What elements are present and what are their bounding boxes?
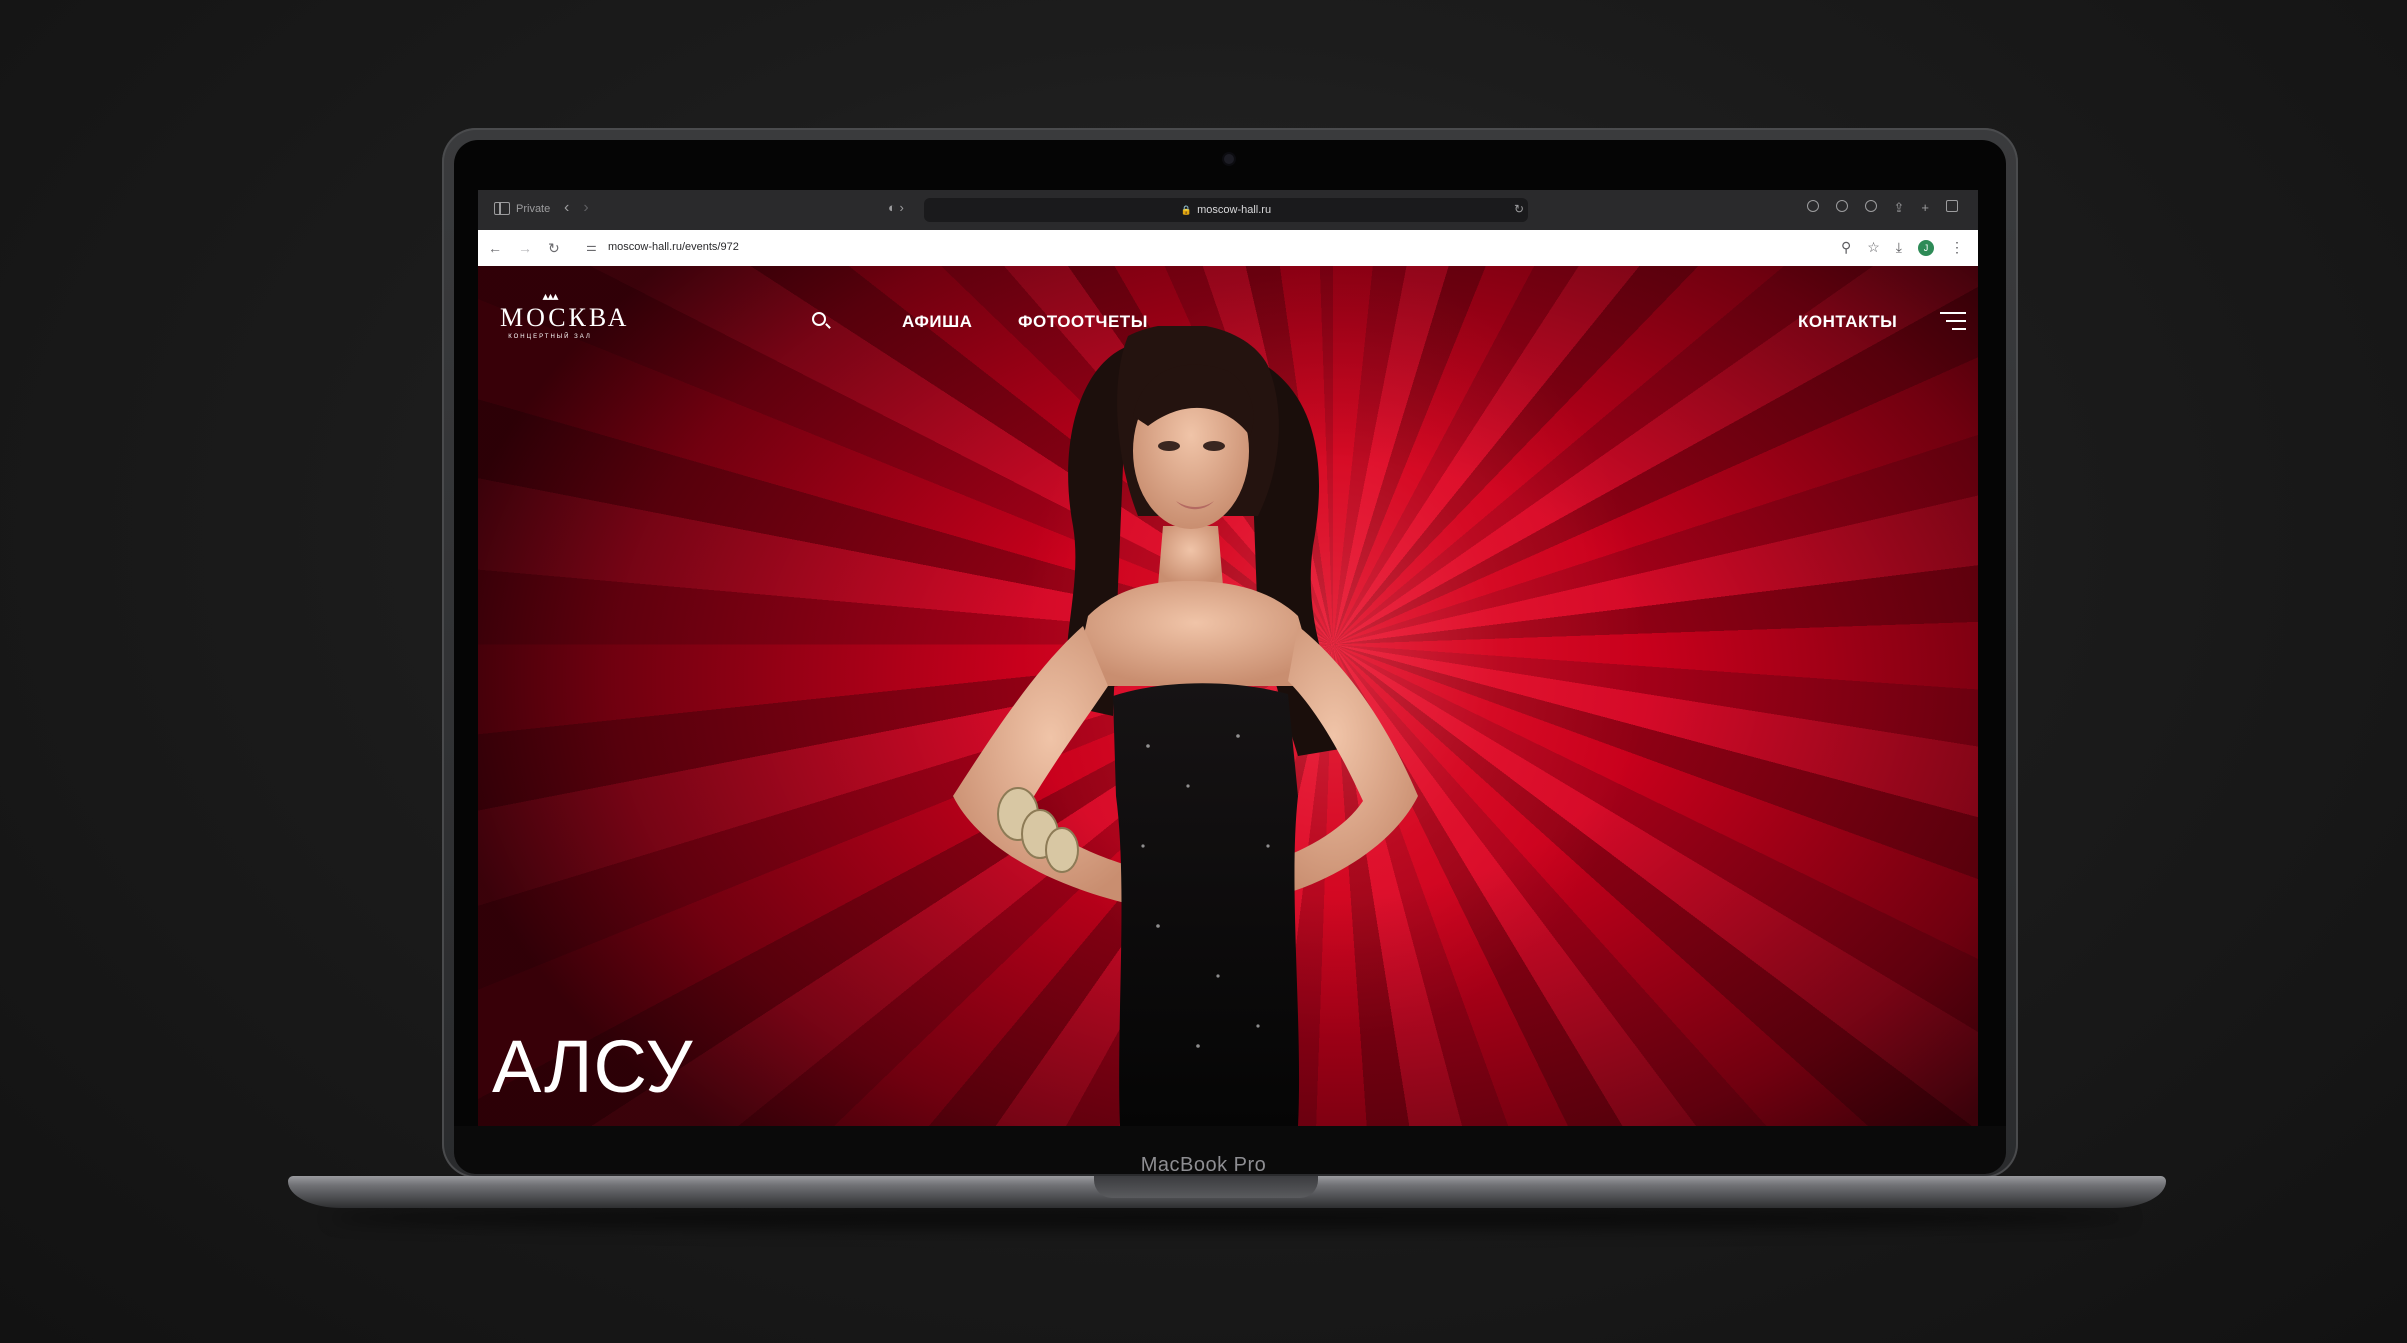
safari-address-bar[interactable]: 🔒 moscow-hall.ru xyxy=(924,198,1528,222)
safari-url-text: moscow-hall.ru xyxy=(1197,204,1272,216)
share-icon[interactable]: ⇪ xyxy=(1894,200,1905,216)
profile-avatar[interactable]: J xyxy=(1918,239,1934,256)
tab-overview-icon[interactable] xyxy=(1946,200,1958,212)
nav-kontakty[interactable]: КОНТАКТЫ xyxy=(1798,312,1897,332)
hero-title: АЛСУ xyxy=(492,1025,694,1108)
reload-icon[interactable]: ↻ xyxy=(548,240,560,257)
private-tab-button[interactable]: Private xyxy=(494,202,550,215)
safari-nav: ‹ › xyxy=(564,199,589,217)
nav-fotootchety[interactable]: ФОТООТЧЕТЫ xyxy=(1018,312,1148,332)
sidebar-icon xyxy=(494,202,510,215)
menu-icon[interactable] xyxy=(1940,312,1966,330)
settings-icon[interactable] xyxy=(1835,200,1848,212)
privacy-shield-icon[interactable]: ◐ › xyxy=(888,200,904,215)
laptop-shadow xyxy=(330,1206,2130,1230)
search-icon[interactable] xyxy=(812,312,826,326)
camera-icon xyxy=(1224,154,1234,164)
laptop-notch xyxy=(1094,1176,1318,1198)
device-label: MacBook Pro xyxy=(1140,1154,1267,1176)
more-menu-icon[interactable]: ⋮ xyxy=(1950,239,1964,256)
reload-icon[interactable]: ↻ xyxy=(1514,202,1524,216)
chrome-right-tools: ⚲ ☆ ⤓ J ⋮ xyxy=(1841,239,1964,256)
logo-subtitle: КОНЦЕРТНЫЙ ЗАЛ xyxy=(508,334,592,340)
bookmark-star-icon[interactable]: ☆ xyxy=(1867,239,1880,256)
chrome-nav: ← → ↻ xyxy=(488,240,560,257)
scene: Private ‹ › ◐ › 🔒 moscow-hall.ru ↻ ⇪ + ←… xyxy=(0,0,2407,1343)
site-logo[interactable]: ▴▴▴ МОСКВА КОНЦЕРТНЫЙ ЗАЛ xyxy=(500,289,630,340)
site-hero: ▴▴▴ МОСКВА КОНЦЕРТНЫЙ ЗАЛ АФИША ФОТООТЧЕ… xyxy=(478,266,1978,1126)
new-tab-icon[interactable]: + xyxy=(1921,200,1929,216)
browser-address-row: ← → ↻ ⚌ moscow-hall.ru/events/972 ⚲ ☆ ⤓ … xyxy=(478,230,1978,267)
extension-icon[interactable] xyxy=(1806,200,1819,212)
lock-icon: 🔒 xyxy=(1180,204,1193,215)
private-label: Private xyxy=(516,202,551,215)
logo-wordmark: МОСКВА xyxy=(500,303,630,332)
download-icon[interactable]: ⤓ xyxy=(1896,239,1902,256)
back-arrow-icon[interactable]: ← xyxy=(488,240,502,257)
forward-arrow-icon[interactable]: → xyxy=(518,240,532,257)
forward-icon[interactable]: › xyxy=(583,199,588,217)
safari-toolbar: Private ‹ › ◐ › 🔒 moscow-hall.ru ↻ ⇪ + xyxy=(478,190,1978,230)
nav-afisha[interactable]: АФИША xyxy=(902,312,972,332)
safari-right-tools: ⇪ + xyxy=(1806,200,1958,216)
logo-mark-icon: ▴▴▴ xyxy=(542,289,558,303)
info-icon[interactable] xyxy=(1864,200,1877,212)
zoom-icon[interactable]: ⚲ xyxy=(1841,239,1851,256)
chrome-url-text[interactable]: moscow-hall.ru/events/972 xyxy=(608,241,739,253)
back-icon[interactable]: ‹ xyxy=(564,199,569,217)
site-info-icon[interactable]: ⚌ xyxy=(586,240,597,254)
singer-photo xyxy=(953,326,1418,1126)
laptop-screen: Private ‹ › ◐ › 🔒 moscow-hall.ru ↻ ⇪ + ←… xyxy=(478,190,1978,1126)
